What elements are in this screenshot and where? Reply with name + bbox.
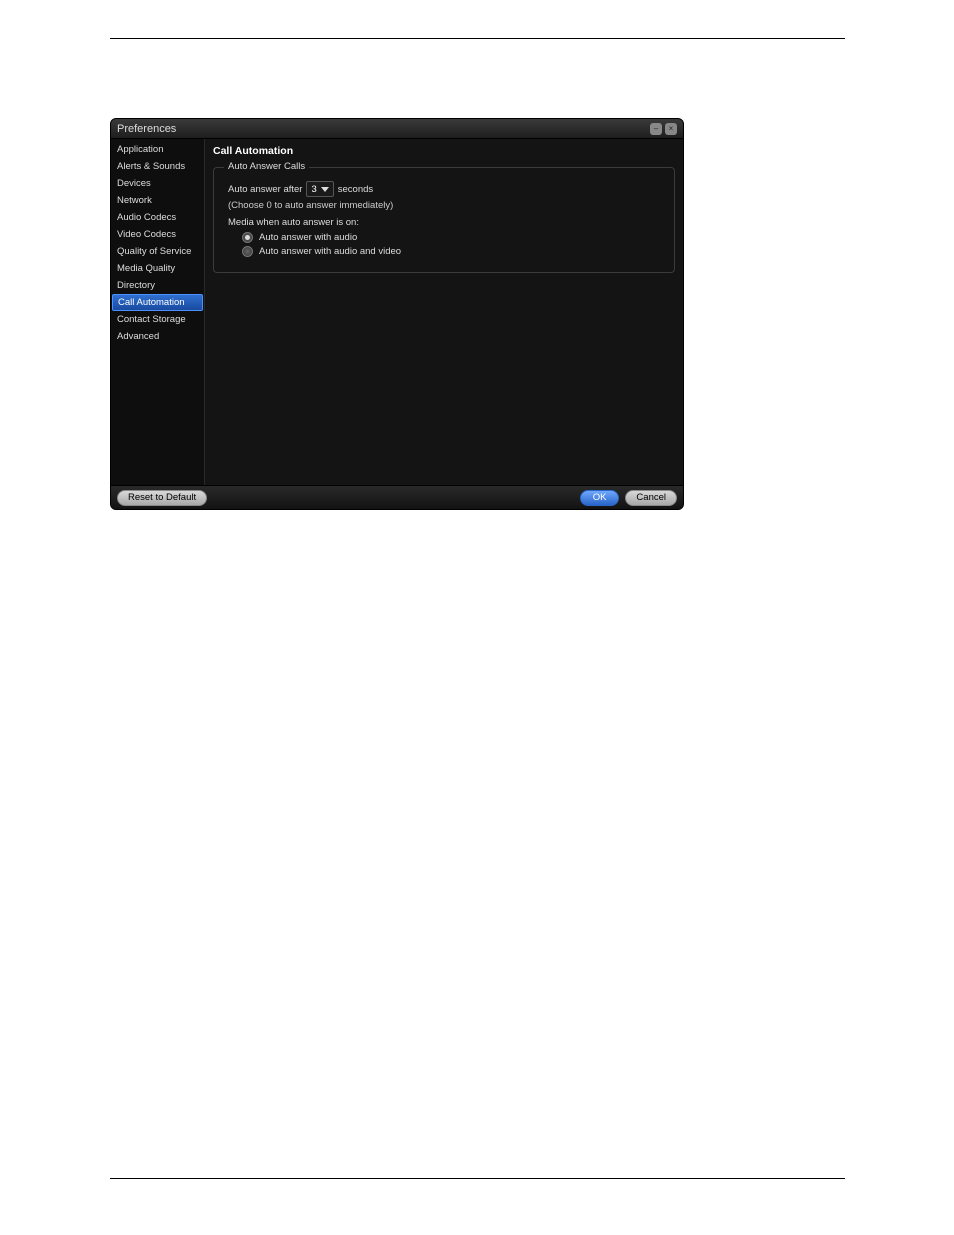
radio-label-audio: Auto answer with audio [259, 232, 357, 243]
sidebar-item-alerts-sounds[interactable]: Alerts & Sounds [111, 158, 204, 175]
sidebar-item-devices[interactable]: Devices [111, 175, 204, 192]
auto-answer-seconds-value: 3 [311, 184, 316, 195]
content-title: Call Automation [213, 143, 675, 161]
window-body: Application Alerts & Sounds Devices Netw… [111, 139, 683, 485]
cancel-button[interactable]: Cancel [625, 490, 677, 506]
sidebar-item-video-codecs[interactable]: Video Codecs [111, 226, 204, 243]
sidebar-item-audio-codecs[interactable]: Audio Codecs [111, 209, 204, 226]
titlebar-controls: – × [650, 123, 677, 135]
auto-answer-group: Auto Answer Calls Auto answer after 3 se… [213, 167, 675, 273]
radio-label-av: Auto answer with audio and video [259, 246, 401, 257]
close-icon[interactable]: × [665, 123, 677, 135]
sidebar-item-application[interactable]: Application [111, 141, 204, 158]
radio-auto-answer-audio-video[interactable]: Auto answer with audio and video [242, 246, 664, 257]
sidebar-item-qos[interactable]: Quality of Service [111, 243, 204, 260]
content-pane: Call Automation Auto Answer Calls Auto a… [205, 139, 683, 485]
auto-answer-prefix: Auto answer after [228, 184, 302, 195]
ok-button[interactable]: OK [580, 490, 620, 506]
sidebar-item-call-automation[interactable]: Call Automation [112, 294, 203, 311]
sidebar-item-contact-storage[interactable]: Contact Storage [111, 311, 204, 328]
immediate-note: (Choose 0 to auto answer immediately) [228, 200, 664, 211]
radio-auto-answer-audio[interactable]: Auto answer with audio [242, 232, 664, 243]
page-divider-bottom [110, 1178, 845, 1179]
sidebar-item-media-quality[interactable]: Media Quality [111, 260, 204, 277]
radio-icon [242, 246, 253, 257]
auto-answer-row: Auto answer after 3 seconds [228, 181, 664, 197]
window-title: Preferences [117, 123, 650, 135]
sidebar-item-network[interactable]: Network [111, 192, 204, 209]
sidebar-item-advanced[interactable]: Advanced [111, 328, 204, 345]
preferences-window: Preferences – × Application Alerts & Sou… [110, 118, 684, 510]
titlebar: Preferences – × [111, 119, 683, 139]
group-legend: Auto Answer Calls [224, 161, 309, 172]
media-heading: Media when auto answer is on: [228, 217, 664, 228]
reset-to-default-button[interactable]: Reset to Default [117, 490, 207, 506]
radio-icon [242, 232, 253, 243]
sidebar: Application Alerts & Sounds Devices Netw… [111, 139, 205, 485]
chevron-down-icon [321, 187, 329, 192]
auto-answer-suffix: seconds [338, 184, 373, 195]
minimize-icon[interactable]: – [650, 123, 662, 135]
auto-answer-seconds-select[interactable]: 3 [306, 181, 333, 197]
page-divider-top [110, 38, 845, 39]
sidebar-item-directory[interactable]: Directory [111, 277, 204, 294]
footer: Reset to Default OK Cancel [111, 485, 683, 509]
